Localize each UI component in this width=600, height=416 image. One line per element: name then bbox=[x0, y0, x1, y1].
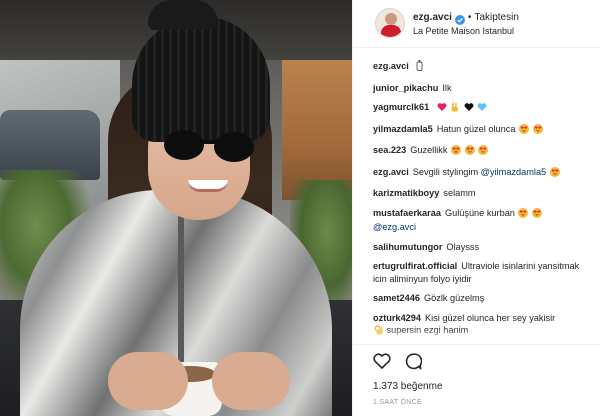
comment-username[interactable]: karizmatikboyy bbox=[373, 188, 439, 198]
comment-username[interactable]: mustafaerkaraa bbox=[373, 208, 441, 218]
red-heart-icon bbox=[437, 102, 447, 116]
comment-username[interactable]: sea.223 bbox=[373, 145, 406, 155]
avatar-body bbox=[381, 25, 401, 37]
photo-hand-left bbox=[108, 352, 188, 410]
comment-text: Olaysss bbox=[446, 241, 480, 252]
photo-sunglasses-right bbox=[214, 132, 254, 162]
comment-username[interactable]: ozturk4294 bbox=[373, 313, 421, 323]
comment-username[interactable]: yagmurclk61 bbox=[373, 102, 429, 112]
header-username[interactable]: ezg.avci bbox=[413, 12, 452, 23]
comment-item: junior_pikachu Ilk bbox=[373, 82, 591, 95]
comment-text: Gulüşüne kurban bbox=[444, 207, 515, 218]
comment-item: salihumutungor Olaysss bbox=[373, 241, 591, 254]
photo-sunglasses-left bbox=[164, 130, 204, 160]
comment-item: samet2446 Gözlk güzelmş bbox=[373, 292, 591, 305]
comment-username[interactable]: samet2446 bbox=[373, 293, 420, 303]
comment-mention-link[interactable]: @yilmazdamla5 bbox=[481, 167, 547, 177]
post-actions: 1.373 beğenme 1 SAAT ÖNCE bbox=[353, 344, 600, 416]
heart-eyes-icon bbox=[532, 123, 543, 138]
comment-item: ertugrulfirat.official Ultraviole isinlar… bbox=[373, 260, 591, 285]
location-link[interactable]: La Petite Maison Istanbul bbox=[413, 26, 514, 36]
comment-username[interactable]: ezg.avci bbox=[373, 167, 409, 177]
comment-text: Ilk bbox=[442, 82, 452, 93]
heart-eyes-icon bbox=[478, 145, 489, 159]
header-separator: • bbox=[467, 11, 472, 23]
post-header: ezg.avci • Takiptesin La Petite Maison I… bbox=[353, 0, 600, 48]
photo-beanie bbox=[132, 16, 270, 142]
victory-hand-icon bbox=[450, 102, 460, 116]
heart-eyes-icon bbox=[464, 145, 475, 159]
comment-text: selamm bbox=[443, 188, 476, 198]
comment-item: yagmurclk61 bbox=[373, 101, 591, 116]
comment-item: ezg.avci bbox=[373, 60, 591, 75]
comments-fade bbox=[353, 328, 600, 344]
comment-item: sea.223 Guzellikk bbox=[373, 144, 591, 159]
heart-eyes-icon bbox=[549, 166, 560, 181]
instagram-post: ezg.avci • Takiptesin La Petite Maison I… bbox=[0, 0, 600, 416]
comment-username[interactable]: ezg.avci bbox=[373, 61, 409, 71]
post-photo[interactable] bbox=[0, 0, 352, 416]
likes-count[interactable]: 1.373 beğenme bbox=[373, 381, 443, 392]
photo-smile bbox=[188, 180, 228, 192]
comment-text: Kisi güzel olunca her sey yakisir bbox=[425, 312, 556, 323]
comment-item: karizmatikboyy selamm bbox=[373, 187, 591, 200]
heart-outline-icon[interactable] bbox=[373, 353, 391, 375]
comment-item: mustafaerkaraa Gulüşüne kurban @ezg.avci bbox=[373, 207, 591, 234]
black-heart-icon bbox=[464, 102, 474, 116]
post-timestamp: 1 SAAT ÖNCE bbox=[373, 399, 422, 406]
header-user-row: ezg.avci • Takiptesin bbox=[413, 10, 519, 25]
comment-item: yilmazdamla5 Hatun güzel olunca bbox=[373, 123, 591, 138]
comment-mention-link[interactable]: @ezg.avci bbox=[373, 222, 416, 232]
comments-list[interactable]: ezg.avci junior_pikachu Ilk yagmurclk61 y… bbox=[353, 48, 600, 344]
comment-text: Gözlk güzelmş bbox=[424, 293, 485, 303]
comment-username[interactable]: salihumutungor bbox=[373, 242, 442, 252]
heart-eyes-icon bbox=[532, 207, 543, 222]
photo-hand-right bbox=[212, 352, 290, 410]
heart-eyes-icon bbox=[451, 145, 462, 159]
comment-username[interactable]: ertugrulfirat.official bbox=[373, 261, 457, 271]
verified-badge-icon bbox=[454, 12, 465, 25]
comment-username[interactable]: yilmazdamla5 bbox=[373, 124, 433, 134]
heart-eyes-icon bbox=[519, 123, 529, 138]
comment-item: ezg.avci Sevgili stylingim @yilmazdamla5 bbox=[373, 166, 591, 181]
bottle-icon bbox=[416, 60, 423, 75]
photo-pompom bbox=[148, 0, 218, 30]
photo-window-right bbox=[282, 60, 352, 200]
avatar[interactable] bbox=[375, 8, 405, 38]
comment-bubble-icon[interactable] bbox=[405, 353, 423, 375]
blue-heart-icon bbox=[477, 102, 487, 116]
comment-text: Sevgili stylingim bbox=[412, 166, 479, 177]
avatar-head bbox=[385, 13, 397, 25]
action-icons bbox=[373, 353, 423, 375]
heart-eyes-icon bbox=[518, 207, 529, 222]
photo-sunglasses-bridge bbox=[200, 140, 218, 144]
comment-text: Guzellikk bbox=[410, 145, 448, 155]
post-side-panel: ezg.avci • Takiptesin La Petite Maison I… bbox=[352, 0, 600, 416]
follow-status-button[interactable]: Takiptesin bbox=[474, 12, 518, 23]
comment-text: Hatun güzel olunca bbox=[436, 123, 516, 134]
comment-username[interactable]: junior_pikachu bbox=[373, 83, 438, 93]
